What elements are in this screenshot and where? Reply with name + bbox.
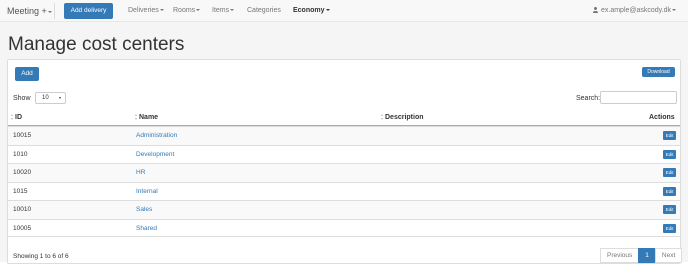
nav-item-label: Categories [247, 7, 281, 14]
sort-icon [11, 114, 13, 120]
brand-dropdown[interactable]: Meeting + [7, 0, 52, 22]
edit-button[interactable]: Edit [663, 223, 676, 233]
user-menu[interactable]: ex.ample@askcody.dk [593, 0, 676, 22]
cell-name-link[interactable]: Internal [136, 188, 158, 195]
nav-item-items[interactable]: Items [212, 0, 235, 22]
edit-button[interactable]: Edit [663, 131, 676, 140]
next-page-button[interactable]: Next [654, 248, 683, 263]
table-info: Showing 1 to 6 of 6 [13, 253, 69, 260]
chevron-down-icon [196, 9, 201, 12]
cell-name-link[interactable]: HR [136, 169, 145, 176]
nav-item-label: Economy [293, 7, 325, 14]
cell-id: 10020 [13, 169, 32, 176]
column-header-label: ID [15, 114, 22, 121]
cell-name-link[interactable]: Development [136, 151, 174, 158]
table-row: 1010 Development Edit [8, 144, 680, 164]
add-button[interactable]: Add [15, 67, 39, 81]
nav-item-economy[interactable]: Economy [293, 0, 330, 22]
table-row: 10010 Sales Edit [8, 200, 680, 219]
sort-icon [381, 114, 383, 120]
column-header-id[interactable]: ID [11, 114, 22, 121]
nav-item-label: Deliveries [128, 7, 159, 14]
edit-button[interactable]: Edit [663, 168, 676, 177]
page-title: Manage cost centers [8, 34, 185, 55]
cell-id: 1010 [13, 150, 28, 158]
cell-name-link[interactable]: Shared [136, 225, 157, 232]
edit-button[interactable]: Edit [663, 186, 676, 196]
table-row: 1015 Internal Edit [8, 181, 680, 201]
brand-label: Meeting [7, 6, 40, 16]
cell-name-link[interactable]: Administration [136, 132, 177, 139]
cell-id: 1015 [13, 187, 28, 195]
page-1-button[interactable]: 1 [638, 248, 656, 263]
chevron-down-icon [59, 97, 61, 99]
edit-button[interactable]: Edit [663, 205, 676, 214]
previous-page-button[interactable]: Previous [600, 248, 640, 263]
edit-button[interactable]: Edit [663, 149, 676, 159]
page-size-select[interactable]: 10 [35, 92, 66, 104]
pagination: Previous 1 Next [600, 248, 683, 263]
chevron-down-icon [47, 10, 52, 13]
nav-item-label: Items [212, 7, 230, 14]
column-header-label: Description [385, 114, 424, 121]
chevron-down-icon [230, 9, 235, 12]
download-button[interactable]: Download [642, 67, 675, 77]
top-navbar: Meeting + Add delivery Deliveries Rooms … [0, 0, 688, 22]
nav-item-rooms[interactable]: Rooms [173, 0, 201, 22]
table-row: 10020 HR Edit [8, 163, 680, 182]
user-email: ex.ample@askcody.dk [600, 7, 671, 14]
nav-item-categories[interactable]: Categories [247, 0, 281, 22]
chevron-down-icon [325, 9, 330, 12]
nav-item-label: Rooms [173, 7, 196, 14]
search-input[interactable] [600, 91, 677, 104]
cost-centers-panel: Add Download Show 10 Search: ID Name Des… [7, 59, 683, 264]
column-header-label: Actions [649, 114, 675, 121]
brand-plus-icon: + [41, 6, 47, 16]
table-row: 10005 Shared Edit [8, 218, 680, 237]
column-header-name[interactable]: Name [135, 114, 158, 121]
cell-id: 10015 [13, 132, 32, 139]
search-label: Search: [576, 95, 601, 102]
column-header-label: Name [139, 114, 159, 121]
cell-name-link[interactable]: Sales [136, 206, 152, 213]
nav-item-deliveries[interactable]: Deliveries [128, 0, 164, 22]
cell-id: 10010 [13, 206, 32, 213]
divider [54, 3, 55, 19]
show-label: Show [13, 95, 31, 102]
column-header-description[interactable]: Description [381, 114, 424, 121]
table-row: 10015 Administration Edit [8, 126, 680, 145]
add-delivery-button[interactable]: Add delivery [64, 3, 113, 19]
sort-icon [135, 114, 137, 120]
cell-id: 10005 [13, 224, 32, 232]
page-size-value: 10 [42, 95, 49, 101]
user-icon [593, 7, 599, 13]
chevron-down-icon [672, 9, 676, 12]
column-header-actions: Actions [649, 114, 675, 121]
chevron-down-icon [159, 9, 164, 12]
